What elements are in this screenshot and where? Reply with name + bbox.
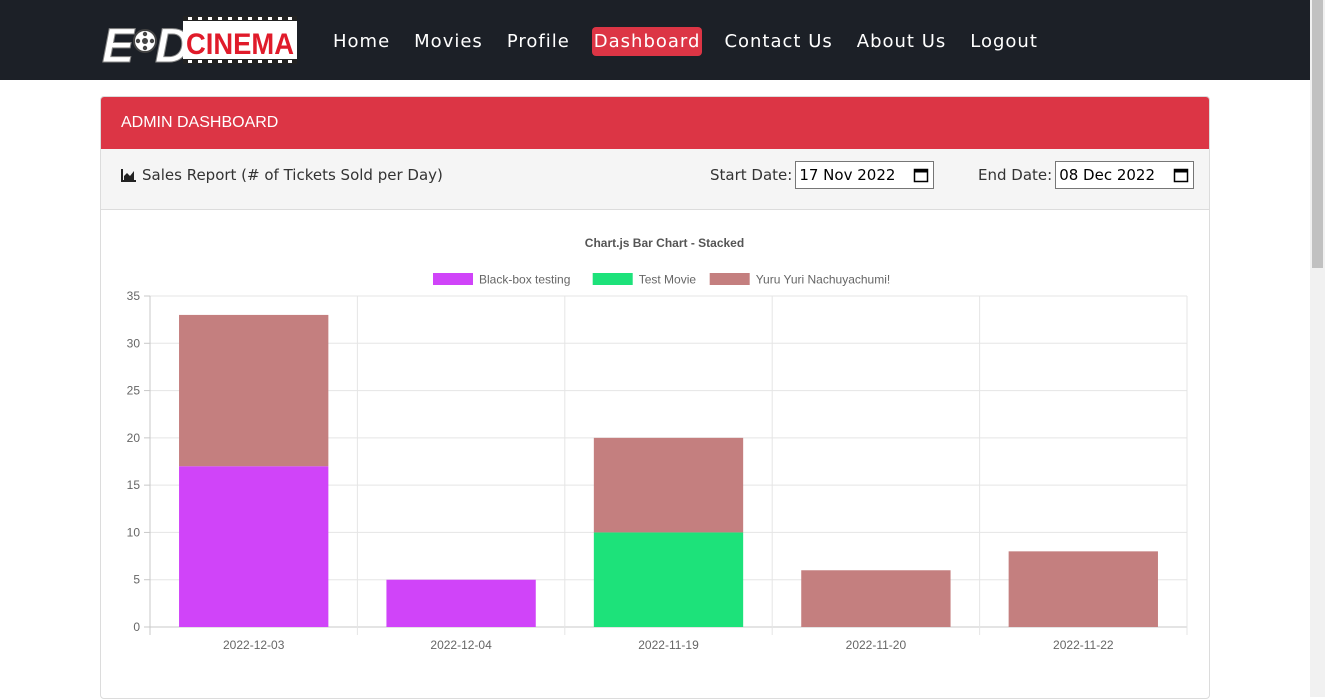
start-date-input[interactable]: 17 Nov 2022 (795, 161, 935, 189)
x-tick-label: 2022-12-03 (223, 638, 285, 652)
svg-text:CINEMA: CINEMA (186, 28, 294, 61)
y-tick-label: 15 (127, 478, 141, 492)
y-tick-label: 35 (127, 289, 141, 303)
y-tick-label: 5 (133, 573, 140, 587)
sales-bar-chart: Chart.js Bar Chart - Stacked Black-box te… (127, 236, 1188, 652)
admin-dashboard-card: ADMIN DASHBOARD Sales Report (# of Ticke… (100, 96, 1210, 699)
legend-swatch (592, 273, 633, 285)
y-tick-label: 0 (133, 620, 140, 634)
x-tick-label: 2022-11-22 (1053, 638, 1114, 652)
end-date-input[interactable]: 08 Dec 2022 (1055, 161, 1195, 189)
legend-label: Yuru Yuri Nachuyachumi! (756, 273, 891, 287)
svg-text:E: E (102, 20, 136, 70)
report-title-text: Sales Report (# of Tickets Sold per Day) (142, 166, 443, 184)
calendar-icon[interactable] (1173, 167, 1189, 183)
sales-chart-container: Chart.js Bar Chart - Stacked Black-box te… (101, 210, 1209, 676)
nav-link-dashboard[interactable]: Dashboard (591, 26, 703, 56)
bar-segment (386, 579, 536, 627)
y-tick-label: 25 (127, 384, 141, 398)
dashboard-header: ADMIN DASHBOARD (101, 97, 1209, 149)
y-tick-label: 10 (127, 525, 141, 539)
nav-menu: Home Movies Profile Dashboard Contact Us… (331, 23, 1060, 59)
start-date-group: Start Date: 17 Nov 2022 (710, 161, 935, 189)
legend-swatch (709, 273, 750, 285)
legend-swatch (433, 273, 473, 285)
end-date-group: End Date: 08 Dec 2022 (978, 161, 1195, 189)
calendar-icon[interactable] (913, 167, 929, 183)
scrollbar-thumb[interactable] (1312, 0, 1323, 268)
x-tick-label: 2022-11-20 (846, 638, 907, 652)
x-tick-label: 2022-11-19 (638, 638, 699, 652)
area-chart-icon (121, 169, 136, 182)
top-navbar: E D CINEMA Home Movies Profile Dashboard… (0, 0, 1310, 80)
end-date-label: End Date: (978, 166, 1053, 184)
nav-link-about-us[interactable]: About Us (855, 27, 949, 56)
bar-segment (179, 466, 329, 627)
y-tick-label: 30 (127, 336, 141, 350)
chart-title: Chart.js Bar Chart - Stacked (585, 236, 744, 250)
nav-link-logout[interactable]: Logout (968, 27, 1040, 56)
x-tick-label: 2022-12-04 (430, 638, 492, 652)
report-title: Sales Report (# of Tickets Sold per Day) (121, 166, 443, 184)
report-toolbar: Sales Report (# of Tickets Sold per Day)… (101, 149, 1209, 210)
start-date-value: 17 Nov 2022 (799, 166, 896, 184)
y-tick-label: 20 (127, 431, 141, 445)
bar-segment (179, 314, 329, 467)
legend-label: Black-box testing (479, 273, 570, 287)
bar-segment (593, 437, 744, 533)
bar-segment (801, 570, 951, 627)
legend-label: Test Movie (639, 273, 697, 287)
nav-link-movies[interactable]: Movies (412, 27, 485, 56)
bar-segment (1008, 551, 1158, 627)
nav-link-profile[interactable]: Profile (505, 27, 572, 56)
nav-link-contact-us[interactable]: Contact Us (722, 27, 834, 56)
start-date-label: Start Date: (710, 166, 793, 184)
end-date-value: 08 Dec 2022 (1059, 166, 1156, 184)
site-logo[interactable]: E D CINEMA (100, 10, 300, 74)
bar-segment (593, 532, 744, 627)
nav-link-home[interactable]: Home (331, 27, 392, 56)
